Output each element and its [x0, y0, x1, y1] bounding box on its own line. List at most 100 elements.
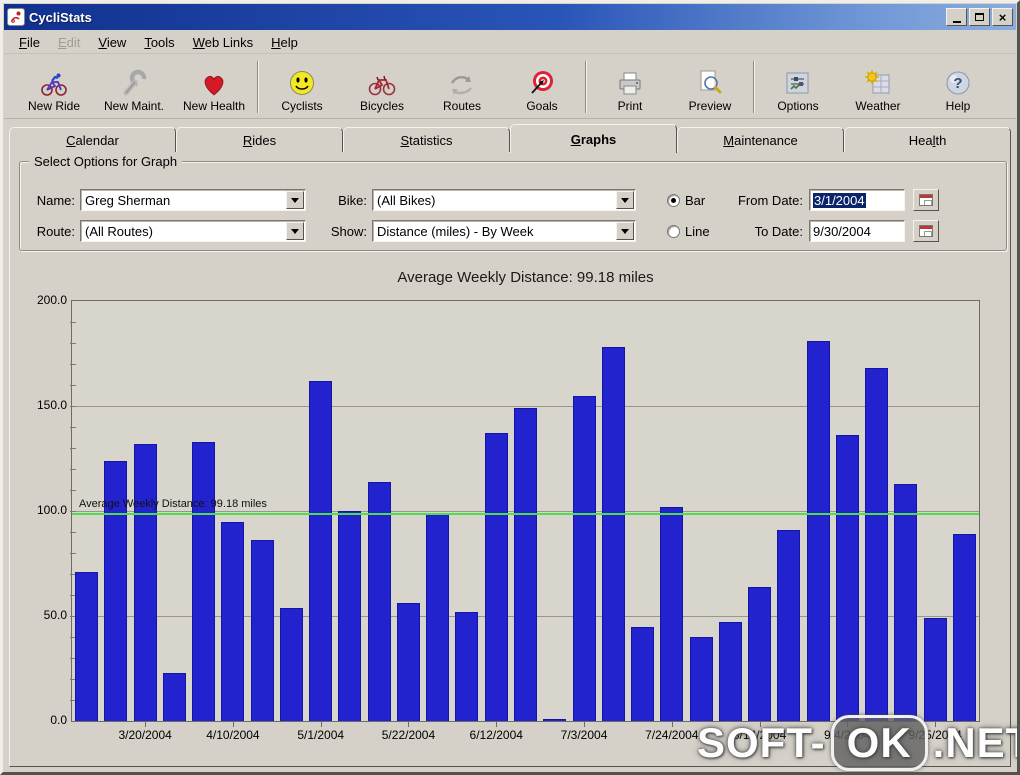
x-tick-label: 6/12/2004: [469, 728, 523, 742]
maximize-button[interactable]: [969, 8, 990, 26]
y-tick-label: 0.0: [50, 713, 67, 727]
menu-tools[interactable]: Tools: [135, 33, 183, 52]
bar-radio[interactable]: [667, 194, 680, 207]
to-date-input[interactable]: 9/30/2004: [809, 220, 905, 242]
toolbar-label: New Maint.: [103, 98, 165, 113]
name-label: Name:: [36, 193, 75, 208]
toolbar-bicycles-button[interactable]: Bicycles: [342, 58, 422, 116]
bar: [309, 380, 333, 721]
x-tick-label: 3/20/2004: [118, 728, 172, 742]
menu-file[interactable]: File: [10, 33, 49, 52]
bike-combobox[interactable]: (All Bikes): [372, 189, 636, 211]
menu-edit: Edit: [57, 35, 81, 50]
bar: [426, 513, 450, 721]
bar: [338, 511, 362, 721]
bar: [572, 395, 596, 721]
x-tick-label: 7/3/2004: [560, 728, 608, 742]
bar: [923, 618, 947, 721]
y-axis-labels: 0.0 50.0 100.0 150.0 200.0: [11, 293, 67, 727]
bar: [718, 622, 742, 721]
toolbar-options-button[interactable]: Options: [758, 58, 838, 116]
watermark-suffix: .NET: [932, 719, 1017, 766]
tab-rides[interactable]: Rides: [176, 127, 343, 152]
bar-radio-label: Bar: [685, 193, 706, 208]
tab-calendar[interactable]: Calendar: [9, 127, 176, 152]
y-minor-tick: [70, 553, 76, 554]
bar: [396, 603, 420, 721]
tab-graphs[interactable]: Graphs: [510, 124, 677, 153]
menu-web-links[interactable]: Web Links: [184, 33, 262, 52]
y-tick-label: 150.0: [36, 398, 67, 412]
from-date-value: 3/1/2004: [813, 192, 866, 208]
bar: [865, 368, 889, 721]
close-button[interactable]: ×: [992, 8, 1013, 26]
toolbar-print-button[interactable]: Print: [590, 58, 670, 116]
toolbar-help-button[interactable]: ? Help: [918, 58, 998, 116]
to-date-calendar-button[interactable]: [913, 220, 939, 242]
close-icon: ×: [998, 9, 1007, 25]
toolbar-new-ride-button[interactable]: New Ride: [14, 58, 94, 116]
watermark-ok-badge: OK: [830, 715, 928, 771]
tab-statistics[interactable]: Statistics: [343, 127, 510, 152]
y-minor-tick: [70, 532, 76, 533]
name-combobox[interactable]: Greg Sherman: [80, 189, 306, 211]
y-minor-tick: [70, 343, 76, 344]
x-tick: [408, 722, 410, 727]
show-value: Distance (miles) - By Week: [377, 223, 534, 239]
bar: [75, 571, 99, 721]
average-line: [72, 512, 979, 515]
title-bar[interactable]: CycliStats ×: [4, 4, 1016, 30]
toolbar-weather-button[interactable]: Weather: [838, 58, 918, 116]
route-dropdown-button[interactable]: [286, 222, 304, 240]
from-date-calendar-button[interactable]: [913, 189, 939, 211]
line-radio-label: Line: [685, 224, 710, 239]
watermark: SOFT- OK .NET: [697, 715, 1017, 771]
chart-plot-area: 3/20/2004 4/10/2004 5/1/2004 5/22/2004 6/12/…: [70, 300, 980, 742]
smiley-icon: [288, 67, 316, 97]
bike-label: Bike:: [338, 193, 367, 208]
name-dropdown-button[interactable]: [286, 191, 304, 209]
bike-dropdown-button[interactable]: [616, 191, 634, 209]
toolbar-routes-button[interactable]: Routes: [422, 58, 502, 116]
name-value: Greg Sherman: [85, 192, 171, 208]
toolbar-cyclists-button[interactable]: Cyclists: [262, 58, 342, 116]
minimize-button[interactable]: [946, 8, 967, 26]
y-minor-tick: [70, 490, 76, 491]
tab-health[interactable]: Hea l th: [844, 127, 1011, 152]
x-tick: [145, 722, 147, 727]
calendar-icon: [919, 225, 933, 237]
settings-icon: [784, 67, 812, 97]
menu-help[interactable]: Help: [262, 33, 307, 52]
bar: [777, 529, 801, 721]
line-radio-row[interactable]: Line: [667, 224, 710, 239]
toolbar-preview-button[interactable]: Preview: [670, 58, 750, 116]
line-radio[interactable]: [667, 225, 680, 238]
route-combobox[interactable]: (All Routes): [80, 220, 306, 242]
bar: [748, 586, 772, 721]
bar-radio-row[interactable]: Bar: [667, 193, 705, 208]
route-label: Route:: [36, 224, 75, 239]
toolbar-label: Goals: [526, 98, 558, 113]
x-tick-label: 7/24/2004: [645, 728, 699, 742]
y-minor-tick: [70, 406, 76, 407]
toolbar-new-health-button[interactable]: New Health: [174, 58, 254, 116]
route-value: (All Routes): [85, 223, 153, 239]
from-date-label: From Date:: [737, 193, 803, 208]
toolbar-label: New Health: [182, 98, 246, 113]
toolbar-label: Weather: [855, 98, 901, 113]
bar: [162, 672, 186, 721]
show-dropdown-button[interactable]: [616, 222, 634, 240]
bar: [631, 626, 655, 721]
y-minor-tick: [70, 427, 76, 428]
tab-strip: Calendar Rides Statistics Graphs Mainten…: [9, 124, 1011, 153]
maximize-icon: [975, 13, 984, 21]
target-icon: [528, 67, 556, 97]
toolbar-goals-button[interactable]: Goals: [502, 58, 582, 116]
from-date-input[interactable]: 3/1/2004: [809, 189, 905, 211]
bar: [689, 637, 713, 721]
toolbar-label: Routes: [442, 98, 482, 113]
tab-maintenance[interactable]: Maintenance: [677, 127, 844, 152]
toolbar-new-maint-button[interactable]: New Maint.: [94, 58, 174, 116]
menu-view[interactable]: View: [89, 33, 135, 52]
show-combobox[interactable]: Distance (miles) - By Week: [372, 220, 636, 242]
